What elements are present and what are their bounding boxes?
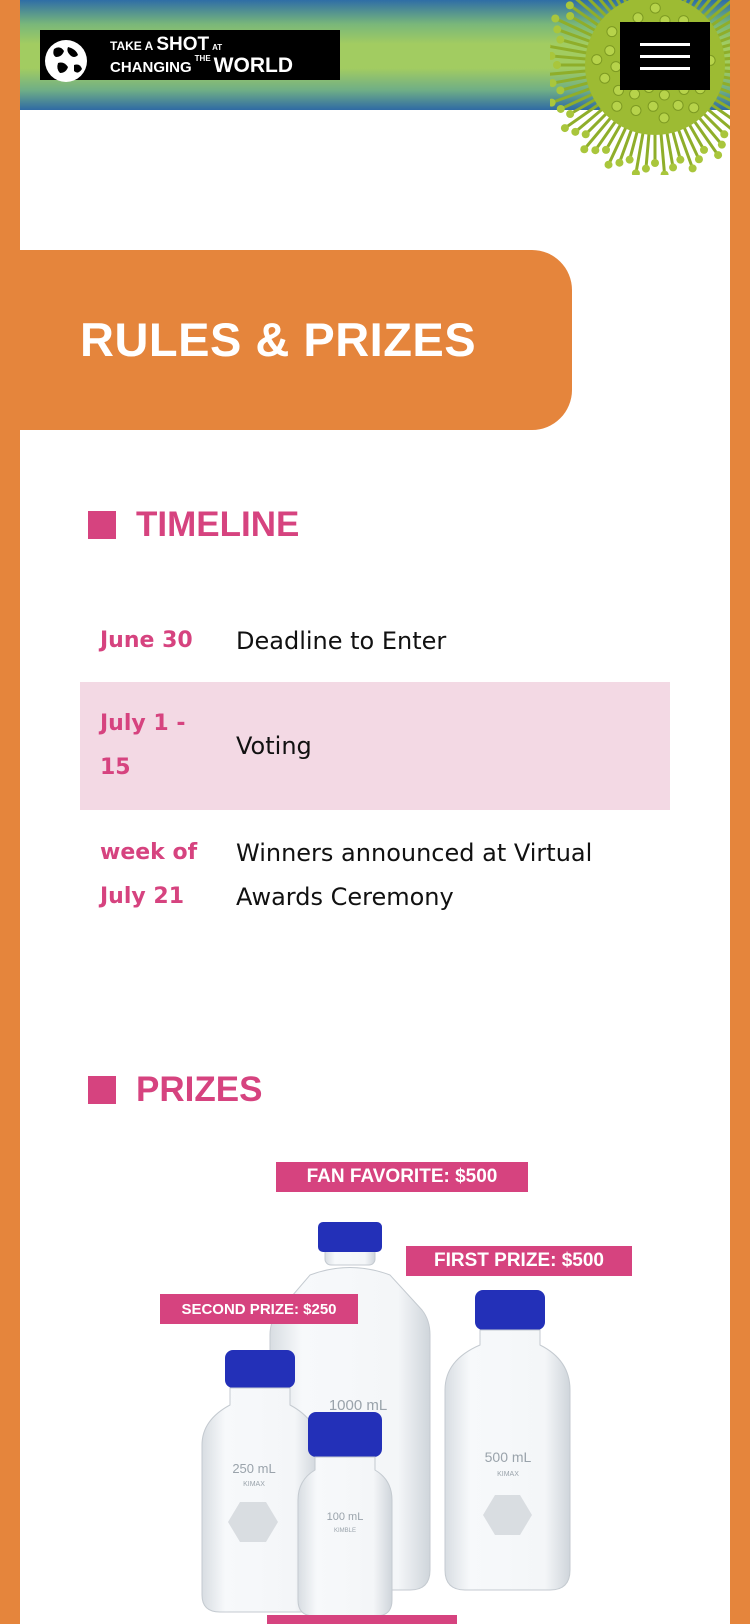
- logo-world: WORLD: [213, 53, 293, 77]
- logo-shot: SHOT: [156, 33, 210, 55]
- bottle-500-brand: KIMAX: [497, 1471, 519, 1478]
- heading-square-icon: [88, 1076, 116, 1104]
- fan-favorite-label: FAN FAVORITE: $500: [276, 1162, 528, 1192]
- hamburger-menu-button[interactable]: [620, 22, 710, 90]
- timeline-row: June 30 Deadline to Enter: [80, 600, 670, 682]
- timeline-row: week of July 21 Winners announced at Vir…: [80, 810, 670, 940]
- logo-the: THE: [194, 53, 211, 63]
- timeline-table: June 30 Deadline to Enter July 1 - 15 Vo…: [80, 600, 670, 940]
- timeline-title: TIMELINE: [136, 505, 300, 544]
- bottle-500ml: 500 mL KIMAX: [444, 1290, 571, 1591]
- cut-off-prize-label: [267, 1615, 457, 1624]
- timeline-heading: TIMELINE: [88, 505, 299, 545]
- prizes-image: 1000 mL 500 mL KIMAX 250 mL KIMAX 100 mL…: [130, 1150, 632, 1624]
- logo-changing: CHANGING: [110, 58, 192, 76]
- globe-icon: [45, 40, 87, 82]
- timeline-event: Deadline to Enter: [236, 627, 447, 655]
- timeline-event: Winners announced at Virtual Awards Cere…: [236, 839, 593, 911]
- prizes-title: PRIZES: [136, 1070, 263, 1109]
- timeline-date: June 30: [100, 628, 193, 653]
- page-title: RULES & PRIZES: [80, 313, 477, 366]
- timeline-date: week of July 21: [100, 840, 198, 909]
- timeline-date: July 1 - 15: [100, 711, 186, 780]
- menu-line-icon: [640, 55, 690, 58]
- bottle-250-label: 250 mL: [232, 1461, 275, 1476]
- bottle-250-brand: KIMAX: [243, 1481, 265, 1488]
- logo-text: TAKE A SHOT AT CHANGING THE WORLD: [110, 35, 293, 76]
- second-prize-label: SECOND PRIZE: $250: [160, 1294, 358, 1324]
- bottle-100-label: 100 mL: [327, 1511, 364, 1523]
- logo-take-a: TAKE A: [110, 38, 154, 53]
- menu-line-icon: [640, 43, 690, 46]
- logo-at: AT: [212, 42, 223, 52]
- timeline-event: Voting: [236, 732, 312, 760]
- timeline-row: July 1 - 15 Voting: [80, 682, 670, 810]
- bottle-500-label: 500 mL: [485, 1449, 532, 1465]
- page: TAKE A SHOT AT CHANGING THE WORLD RULES …: [20, 0, 730, 1624]
- site-logo[interactable]: TAKE A SHOT AT CHANGING THE WORLD: [40, 30, 340, 82]
- heading-square-icon: [88, 511, 116, 539]
- bottle-1000-label: 1000 mL: [329, 1397, 387, 1414]
- bottles-illustration: 1000 mL 500 mL KIMAX 250 mL KIMAX 100 mL…: [201, 1222, 571, 1624]
- prizes-heading: PRIZES: [88, 1070, 262, 1110]
- menu-line-icon: [640, 67, 690, 70]
- first-prize-label: FIRST PRIZE: $500: [406, 1246, 632, 1276]
- bottle-100ml: 100 mL KIMBLE: [297, 1412, 393, 1617]
- bottle-100-brand: KIMBLE: [334, 1528, 356, 1534]
